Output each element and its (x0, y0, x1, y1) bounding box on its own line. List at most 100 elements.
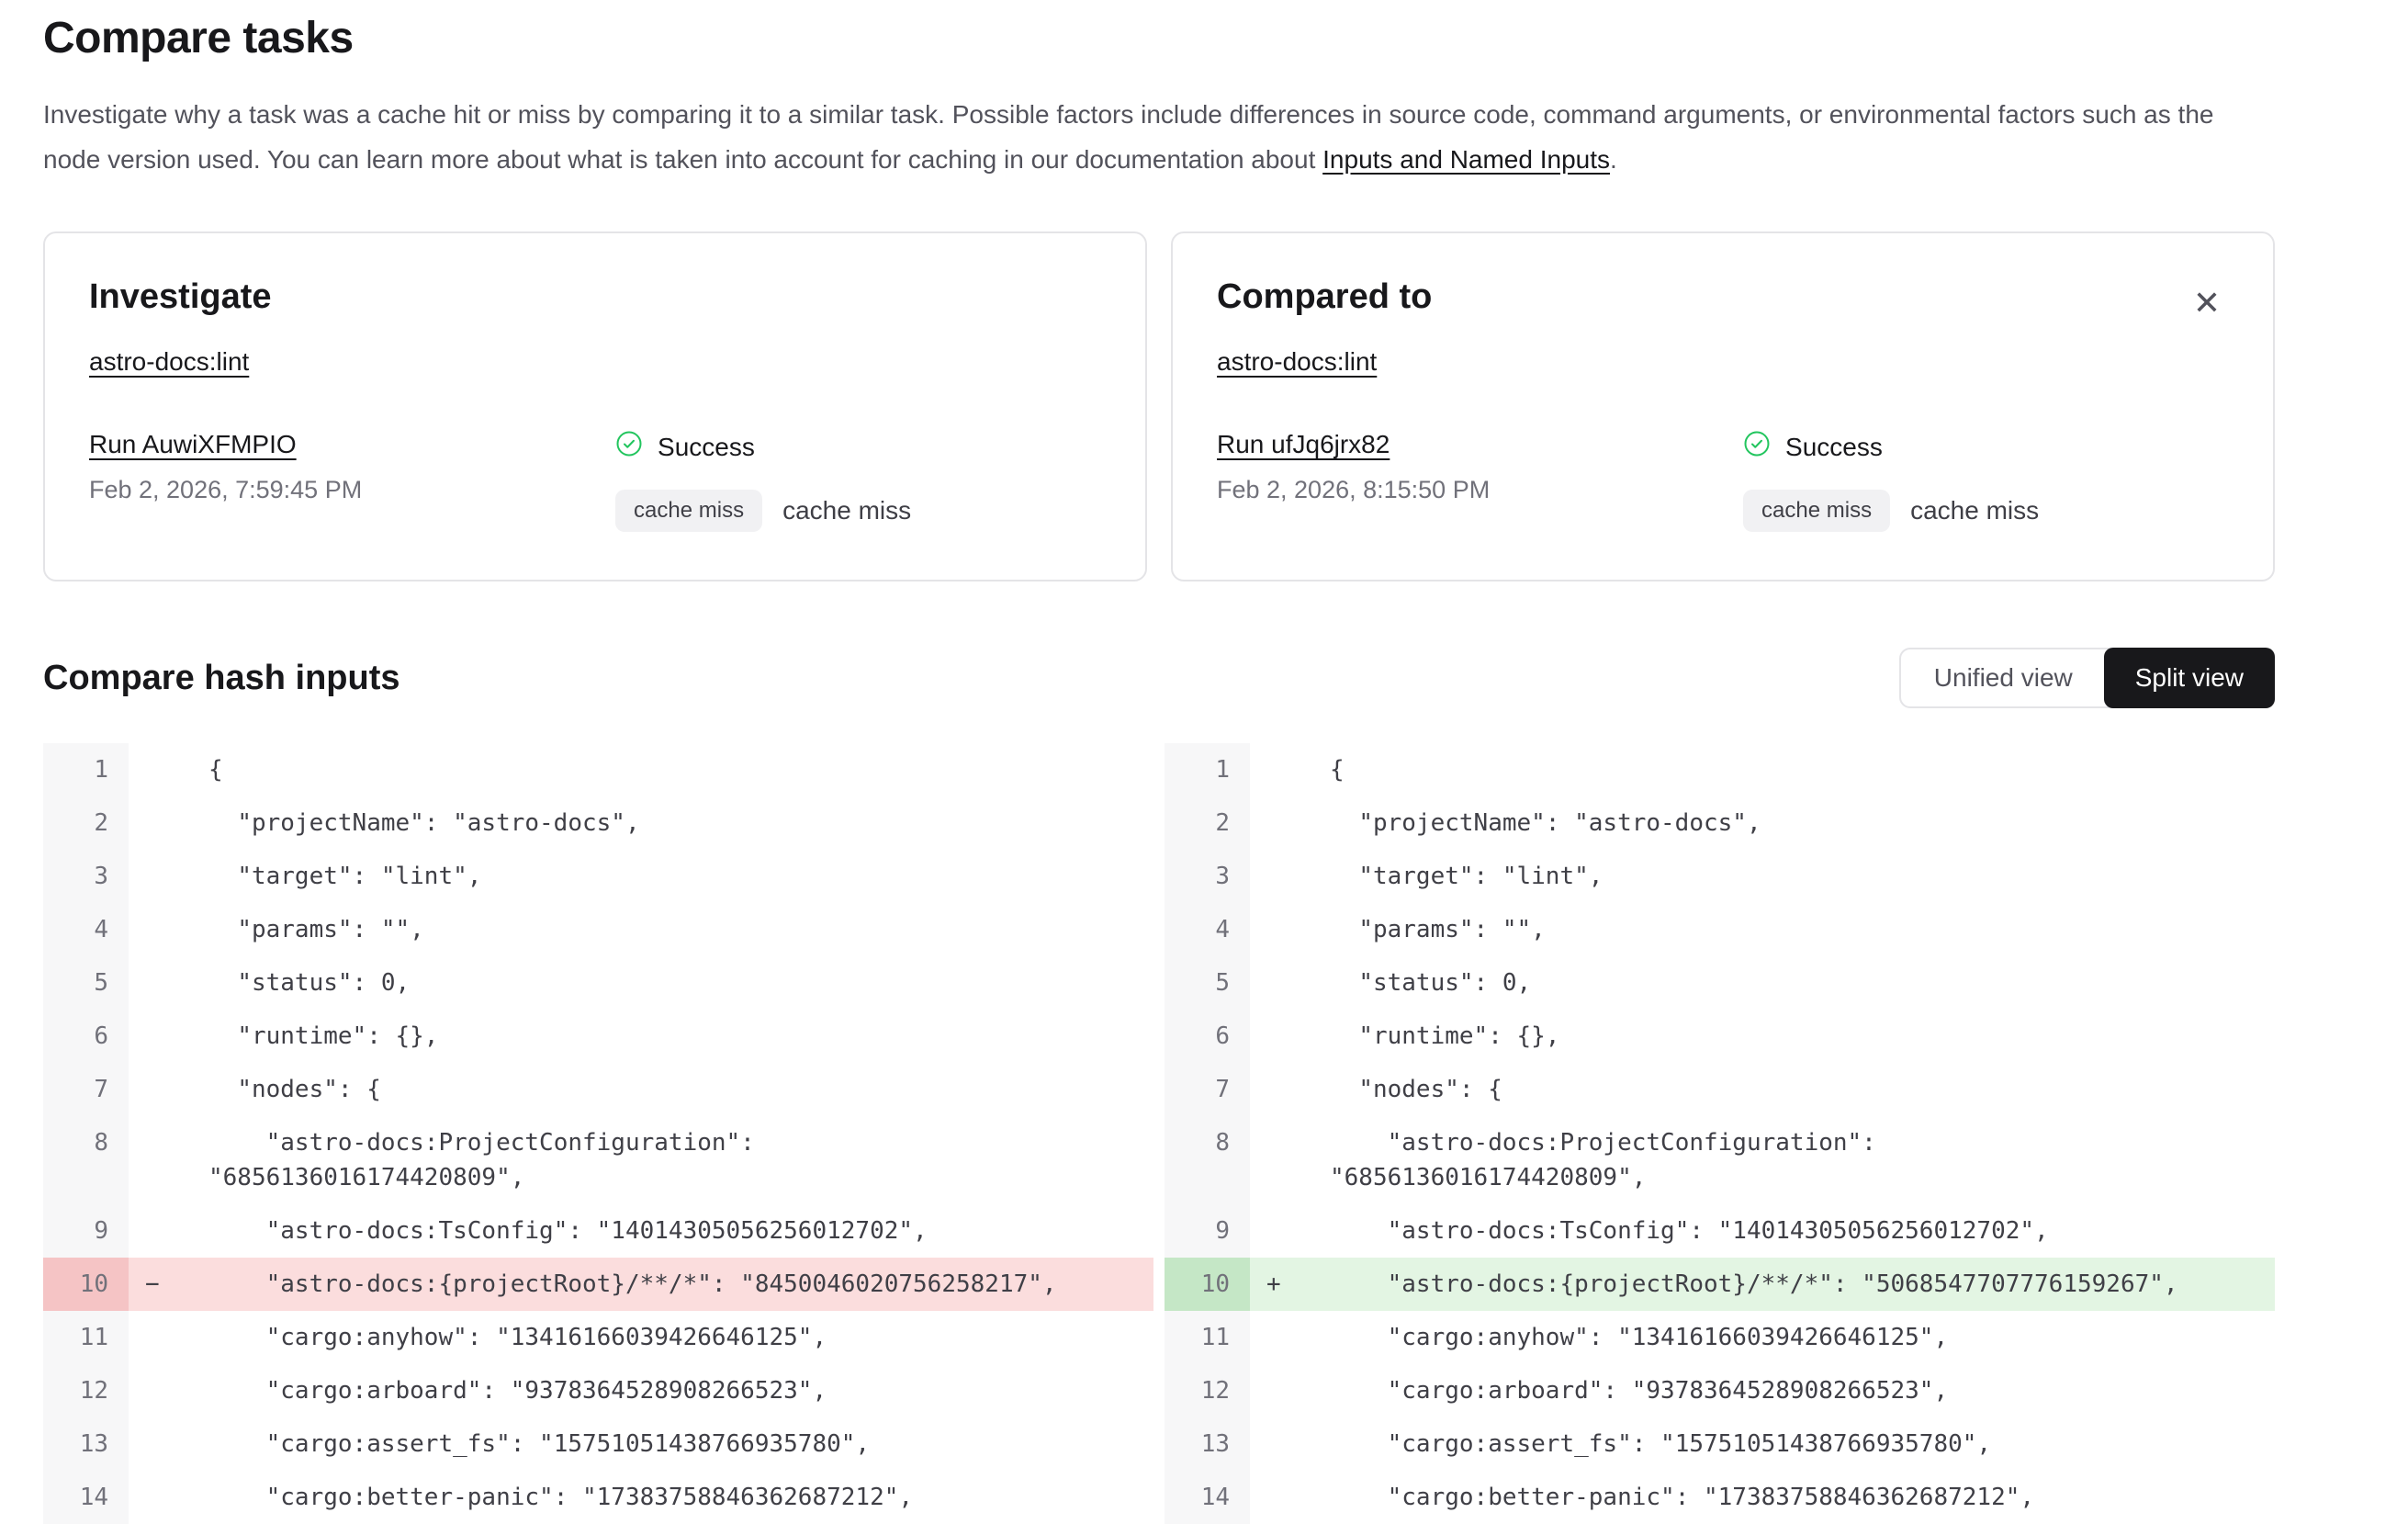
marker-spacer (1250, 1417, 1307, 1471)
marker-spacer (129, 743, 186, 796)
line-number: 11 (1165, 1311, 1250, 1364)
investigate-card: Investigate astro-docs:lint Run AuwiXFMP… (43, 231, 1147, 581)
investigate-run-timestamp: Feb 2, 2026, 7:59:45 PM (89, 476, 615, 504)
marker-spacer (1250, 956, 1307, 1010)
line-number: 8 (43, 1116, 129, 1204)
marker-spacer (129, 1116, 186, 1204)
investigate-status-row: Success (615, 430, 1101, 464)
code-text: "params": "", (186, 903, 1153, 956)
marker-spacer (129, 903, 186, 956)
task-cards: Investigate astro-docs:lint Run AuwiXFMP… (43, 231, 2275, 581)
investigate-run-column: Run AuwiXFMPIO Feb 2, 2026, 7:59:45 PM (89, 430, 615, 532)
code-text: "astro-docs:{projectRoot}/**/*": "506854… (1307, 1258, 2275, 1311)
inputs-docs-link[interactable]: Inputs and Named Inputs (1322, 145, 1610, 174)
compared-to-cache-row: cache miss cache miss (1743, 490, 2229, 532)
investigate-run-link[interactable]: Run AuwiXFMPIO (89, 430, 297, 458)
investigate-card-title: Investigate (89, 276, 1101, 318)
compared-to-run-link[interactable]: Run ufJq6jrx82 (1217, 430, 1390, 458)
added-marker-icon: + (1250, 1258, 1307, 1311)
marker-spacer (129, 1010, 186, 1063)
marker-spacer (1250, 903, 1307, 956)
marker-spacer (1250, 1116, 1307, 1204)
marker-spacer (1250, 1204, 1307, 1258)
diff-line-11: 11 "cargo:anyhow": "13416166039426646125… (43, 1311, 1153, 1364)
description-suffix: . (1610, 145, 1617, 174)
code-text: "runtime": {}, (186, 1010, 1153, 1063)
marker-spacer (1250, 1063, 1307, 1116)
code-text: "nodes": { (1307, 1063, 2275, 1116)
marker-spacer (129, 1471, 186, 1524)
line-number: 10 (43, 1258, 129, 1311)
compare-tasks-page: Compare tasks Investigate why a task was… (0, 0, 2276, 1524)
line-number: 2 (43, 796, 129, 850)
diff-line-6: 6 "runtime": {}, (43, 1010, 1153, 1063)
code-text: "astro-docs:TsConfig": "1401430505625601… (186, 1204, 1153, 1258)
marker-spacer (1250, 743, 1307, 796)
compared-to-run-timestamp: Feb 2, 2026, 8:15:50 PM (1217, 476, 1743, 504)
unified-view-button[interactable]: Unified view (1901, 649, 2106, 706)
code-text: "projectName": "astro-docs", (186, 796, 1153, 850)
diff-line-2: 2 "projectName": "astro-docs", (43, 796, 1153, 850)
line-number: 13 (43, 1417, 129, 1471)
split-view-button[interactable]: Split view (2104, 648, 2275, 708)
line-number: 12 (43, 1364, 129, 1417)
line-number: 9 (1165, 1204, 1250, 1258)
investigate-status-column: Success cache miss cache miss (615, 430, 1101, 532)
diff-line-7: 7 "nodes": { (1165, 1063, 2275, 1116)
line-number: 9 (43, 1204, 129, 1258)
code-text: { (1307, 743, 2275, 796)
marker-spacer (129, 796, 186, 850)
code-text: "projectName": "astro-docs", (1307, 796, 2275, 850)
investigate-cache-text: cache miss (782, 496, 911, 525)
line-number: 14 (43, 1471, 129, 1524)
code-text: "runtime": {}, (1307, 1010, 2275, 1063)
marker-spacer (129, 1417, 186, 1471)
diff-panel-right: 1 {2 "projectName": "astro-docs",3 "targe… (1165, 743, 2275, 1524)
diff-line-14: 14 "cargo:better-panic": "17383758846362… (1165, 1471, 2275, 1524)
line-number: 3 (43, 850, 129, 903)
line-number: 14 (1165, 1471, 1250, 1524)
description-text: Investigate why a task was a cache hit o… (43, 100, 2213, 174)
compare-hash-header: Compare hash inputs Unified view Split v… (43, 648, 2275, 708)
investigate-status-label: Success (658, 433, 755, 462)
compare-hash-title: Compare hash inputs (43, 659, 400, 698)
code-text: "cargo:better-panic": "17383758846362687… (186, 1471, 1153, 1524)
code-text: "cargo:better-panic": "17383758846362687… (1307, 1471, 2275, 1524)
removed-marker-icon: − (129, 1258, 186, 1311)
diff-line-1: 1{ (43, 743, 1153, 796)
investigate-card-details: Run AuwiXFMPIO Feb 2, 2026, 7:59:45 PM S… (89, 430, 1101, 532)
line-number: 4 (1165, 903, 1250, 956)
code-text: "astro-docs:ProjectConfiguration": "6856… (1307, 1116, 2275, 1204)
compared-to-status-row: Success (1743, 430, 2229, 464)
line-number: 1 (1165, 743, 1250, 796)
line-number: 2 (1165, 796, 1250, 850)
code-text: "cargo:assert_fs": "15751051438766935780… (186, 1417, 1153, 1471)
diff-line-13: 13 "cargo:assert_fs": "15751051438766935… (1165, 1417, 2275, 1471)
marker-spacer (1250, 850, 1307, 903)
diff-line-3: 3 "target": "lint", (1165, 850, 2275, 903)
diff-line-4: 4 "params": "", (43, 903, 1153, 956)
code-text: "astro-docs:{projectRoot}/**/*": "845004… (186, 1258, 1153, 1311)
compared-to-run-column: Run ufJq6jrx82 Feb 2, 2026, 8:15:50 PM (1217, 430, 1743, 532)
code-text: "astro-docs:TsConfig": "1401430505625601… (1307, 1204, 2275, 1258)
marker-spacer (1250, 796, 1307, 850)
close-icon[interactable]: ✕ (2187, 283, 2227, 323)
diff-line-14: 14 "cargo:better-panic": "17383758846362… (43, 1471, 1153, 1524)
marker-spacer (1250, 1311, 1307, 1364)
compared-to-card: ✕ Compared to astro-docs:lint Run ufJq6j… (1171, 231, 2275, 581)
line-number: 6 (1165, 1010, 1250, 1063)
marker-spacer (1250, 1364, 1307, 1417)
diff-line-6: 6 "runtime": {}, (1165, 1010, 2275, 1063)
line-number: 7 (1165, 1063, 1250, 1116)
code-text: "cargo:anyhow": "13416166039426646125", (186, 1311, 1153, 1364)
line-number: 8 (1165, 1116, 1250, 1204)
compared-to-task-link[interactable]: astro-docs:lint (1217, 347, 1377, 377)
line-number: 10 (1165, 1258, 1250, 1311)
line-number: 4 (43, 903, 129, 956)
marker-spacer (129, 956, 186, 1010)
marker-spacer (1250, 1010, 1307, 1063)
line-number: 1 (43, 743, 129, 796)
code-text: "cargo:arboard": "9378364528908266523", (186, 1364, 1153, 1417)
investigate-task-link[interactable]: astro-docs:lint (89, 347, 249, 377)
marker-spacer (1250, 1471, 1307, 1524)
